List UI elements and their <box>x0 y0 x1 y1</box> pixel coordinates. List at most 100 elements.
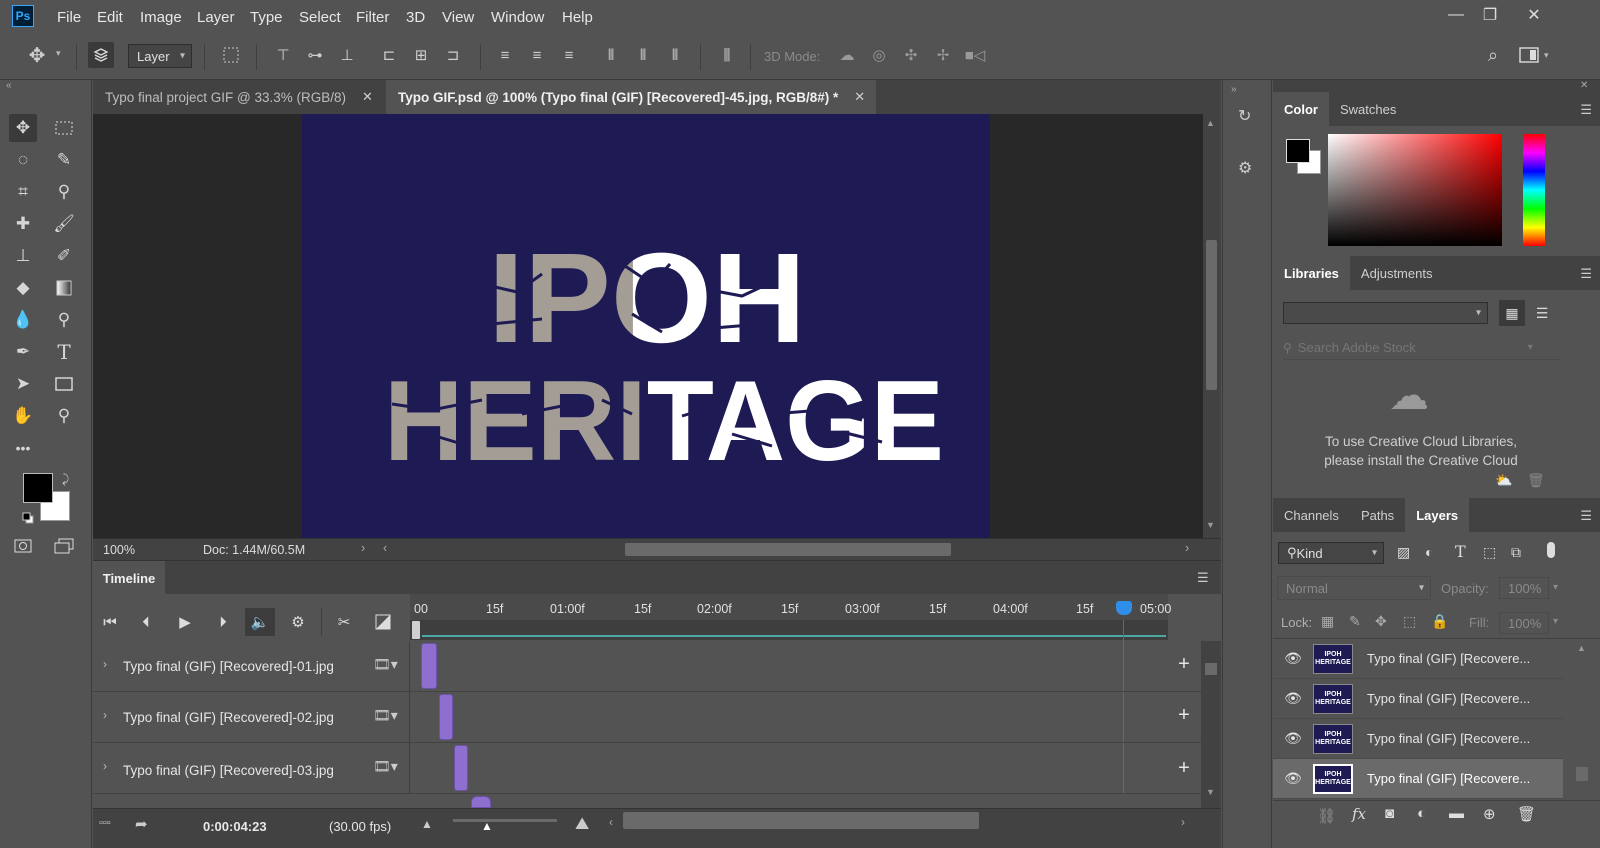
align-top-icon[interactable]: ⊤ <box>272 44 294 66</box>
scroll-right-icon[interactable]: › <box>1185 541 1189 555</box>
menu-view[interactable]: View <box>442 9 474 26</box>
auto-select-icon[interactable] <box>88 42 114 68</box>
menu-file[interactable]: File <box>57 9 81 26</box>
new-layer-icon[interactable]: ⊕ <box>1483 805 1496 823</box>
3d-scale-icon[interactable]: ■◁ <box>964 44 986 66</box>
path-selection-tool-icon[interactable]: ➤ <box>9 370 37 398</box>
clip-04[interactable] <box>471 796 491 808</box>
rectangle-tool-icon[interactable] <box>50 370 78 398</box>
libraries-panel-menu-icon[interactable]: ☰ <box>1580 266 1592 282</box>
menu-filter[interactable]: Filter <box>356 9 389 26</box>
work-area-bar[interactable] <box>410 620 1168 640</box>
layer-style-fx-icon[interactable]: fx <box>1352 805 1366 823</box>
scroll-up-icon[interactable]: ▲ <box>1206 118 1215 128</box>
3d-slide-icon[interactable]: ✢ <box>932 44 954 66</box>
tab-swatches[interactable]: Swatches <box>1329 92 1407 126</box>
timeline-scroll-down-icon[interactable]: ▼ <box>1206 787 1215 797</box>
clip-02[interactable] <box>439 694 453 740</box>
timeline-scroll-left-icon[interactable]: ‹ <box>609 815 613 829</box>
tab-color[interactable]: Color <box>1273 92 1329 126</box>
align-bottom-icon[interactable]: ⊥ <box>336 44 358 66</box>
zoom-tool-icon[interactable]: ⚲ <box>50 402 78 430</box>
layer-row[interactable]: 👁 IPOH HERITAGE Typo final (GIF) [Recover… <box>1273 639 1563 679</box>
brush-tool-icon[interactable]: 🖌 <box>50 210 78 238</box>
filter-toggle[interactable] <box>1547 542 1555 558</box>
filter-adjustment-icon[interactable]: ◐ <box>1425 544 1433 560</box>
lock-transparent-icon[interactable]: ▦ <box>1321 613 1334 630</box>
tab-layers[interactable]: Layers <box>1405 498 1470 532</box>
pen-tool-icon[interactable]: ✒ <box>9 338 37 366</box>
hue-slider[interactable] <box>1523 134 1545 246</box>
tab-typo-gif[interactable]: Typo GIF.psd @ 100% (Typo final (GIF) [R… <box>386 80 876 114</box>
close-window-icon[interactable]: ✕ <box>1520 4 1548 26</box>
eraser-tool-icon[interactable]: ◆ <box>9 274 37 302</box>
playhead[interactable] <box>1116 601 1132 615</box>
track-row[interactable]: › Typo final (GIF) [Recovered]-03.jpg 🎞▾… <box>93 743 1221 794</box>
transform-controls-icon[interactable] <box>220 44 242 66</box>
collapse-panels-icon[interactable]: ✕ <box>1580 80 1588 91</box>
search-chevron-icon[interactable]: ▾ <box>1528 342 1533 353</box>
dodge-tool-icon[interactable]: ⚲ <box>50 306 78 334</box>
split-scissors-icon[interactable]: ✂ <box>329 608 359 636</box>
opacity-chevron-icon[interactable]: ▾ <box>1553 582 1558 593</box>
layer-name[interactable]: Typo final (GIF) [Recovere... <box>1367 691 1530 706</box>
expand-arrows-icon[interactable]: » <box>1231 84 1237 95</box>
film-strip-icon[interactable]: 🎞▾ <box>373 758 398 775</box>
vertical-scrollbar[interactable]: ▲ ▼ <box>1203 114 1221 538</box>
lock-all-icon[interactable]: 🔒 <box>1431 613 1448 630</box>
stock-search[interactable]: ⚲ ▾ <box>1283 336 1561 360</box>
clip-01[interactable] <box>421 643 437 689</box>
lasso-tool-icon[interactable]: ◌ <box>9 146 37 174</box>
menu-layer[interactable]: Layer <box>197 9 235 26</box>
canvas[interactable]: IPOH HERITAGE <box>302 114 990 538</box>
align-left-icon[interactable]: ⊏ <box>378 44 400 66</box>
filter-smart-object-icon[interactable]: ⧉ <box>1511 544 1521 561</box>
align-vertical-center-icon[interactable]: ⊶ <box>304 44 326 66</box>
tab-adjustments[interactable]: Adjustments <box>1350 256 1444 290</box>
distribute-vcenter-icon[interactable]: ≡ <box>526 44 548 66</box>
zoom-out-icon[interactable]: ▲ <box>421 817 433 831</box>
distribute-bottom-icon[interactable]: ≡ <box>558 44 580 66</box>
adjustment-layer-icon[interactable]: ◐ <box>1417 805 1426 822</box>
chevron-down-icon[interactable]: ▾ <box>56 48 61 59</box>
timeline-menu-icon[interactable]: ☰ <box>1197 570 1209 586</box>
distribute-left-icon[interactable]: ⦀ <box>600 44 622 66</box>
layers-scroll-thumb[interactable] <box>1576 767 1588 781</box>
timeline-scroll-thumb[interactable] <box>1205 663 1217 675</box>
tab-typo-final-project[interactable]: Typo final project GIF @ 33.3% (RGB/8) ✕ <box>93 80 386 114</box>
layer-row[interactable]: 👁 IPOH HERITAGE Typo final (GIF) [Recover… <box>1273 679 1563 719</box>
sync-status-icon[interactable]: ⛅ <box>1495 472 1512 489</box>
lock-artboard-icon[interactable]: ⬚ <box>1403 613 1416 630</box>
lock-image-icon[interactable]: ✎ <box>1349 613 1361 630</box>
frame-animation-icon[interactable]: ▫▫▫ <box>99 817 111 829</box>
move-tool-icon[interactable]: ✥ <box>26 44 48 67</box>
auto-align-icon[interactable]: ⫼ <box>716 44 738 66</box>
visibility-eye-icon[interactable]: 👁 <box>1273 770 1313 787</box>
timeline-scroll-right-icon[interactable]: › <box>1181 815 1185 829</box>
3d-roll-icon[interactable]: ◎ <box>868 44 890 66</box>
fill-chevron-icon[interactable]: ▾ <box>1553 616 1558 627</box>
time-ruler[interactable]: 00 15f 01:00f 15f 02:00f 15f 03:00f 15f … <box>410 594 1171 640</box>
menu-3d[interactable]: 3D <box>406 9 425 26</box>
screen-mode-icon[interactable] <box>50 532 78 560</box>
settings-gear-icon[interactable]: ⚙ <box>283 608 313 636</box>
scroll-left-icon[interactable]: ‹ <box>383 541 387 555</box>
play-icon[interactable]: ▶ <box>170 608 200 636</box>
color-field[interactable] <box>1328 134 1502 246</box>
layer-row[interactable]: 👁 IPOH HERITAGE Typo final (GIF) [Recover… <box>1273 719 1563 759</box>
hand-tool-icon[interactable]: ✋ <box>9 402 37 430</box>
add-mask-icon[interactable]: ◙ <box>1385 805 1394 822</box>
layer-name[interactable]: Typo final (GIF) [Recovere... <box>1367 731 1530 746</box>
render-video-icon[interactable]: ➦ <box>135 815 148 833</box>
timeline-vscrollbar[interactable]: ▼ <box>1201 641 1221 808</box>
3d-orbit-icon[interactable]: ☁ <box>836 44 858 66</box>
library-delete-icon[interactable]: 🗑 <box>1527 472 1545 489</box>
scroll-down-icon[interactable]: ▼ <box>1206 520 1215 530</box>
blur-tool-icon[interactable]: 💧 <box>9 306 37 334</box>
filter-shape-icon[interactable]: ⬚ <box>1483 544 1496 561</box>
type-tool-icon[interactable]: T <box>50 338 78 366</box>
menu-type[interactable]: Type <box>250 9 283 26</box>
filter-type-icon[interactable]: T <box>1455 542 1466 561</box>
more-tools-icon[interactable]: ••• <box>9 434 37 462</box>
menu-edit[interactable]: Edit <box>97 9 123 26</box>
